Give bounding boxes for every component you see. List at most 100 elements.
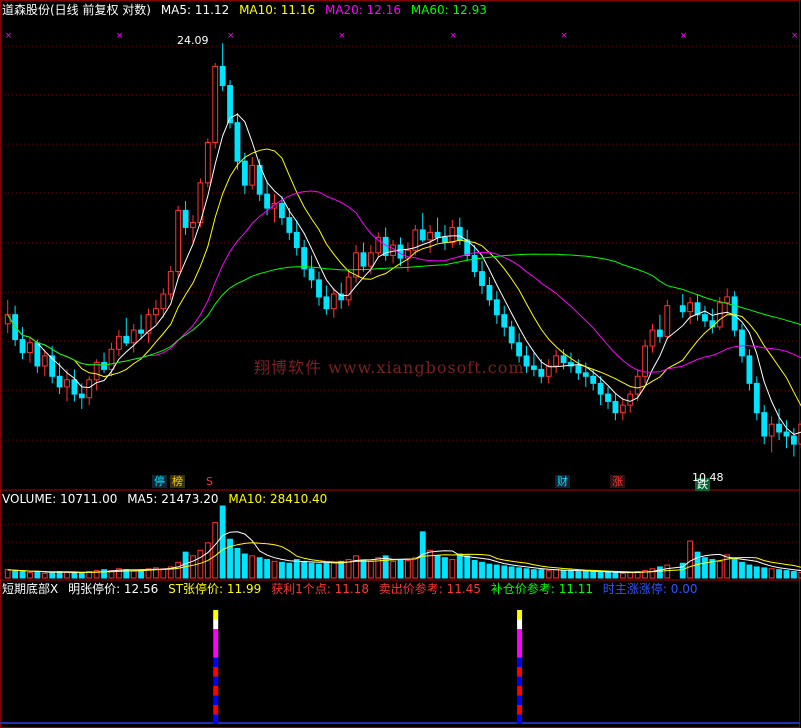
volume-bar xyxy=(493,564,500,579)
bottom-signal-bar xyxy=(517,610,523,620)
candle xyxy=(323,296,330,310)
candle xyxy=(301,247,308,270)
volume-bar xyxy=(619,572,626,579)
volume-bar xyxy=(256,557,263,579)
bottom-signal-bar xyxy=(517,686,523,696)
volume-bar xyxy=(78,571,85,579)
bottom-signal-bar xyxy=(213,638,219,648)
candle xyxy=(419,229,426,241)
volume-bar xyxy=(768,568,775,579)
candle xyxy=(279,202,285,219)
volume-bar xyxy=(271,560,278,579)
limit-marker: × xyxy=(5,31,13,41)
volume-bar xyxy=(442,557,448,579)
candle xyxy=(427,231,434,241)
volume-bar xyxy=(212,522,219,579)
volume-bar xyxy=(590,571,597,579)
bottom-signal-bar xyxy=(517,667,523,677)
bottom-signal-bar xyxy=(517,638,523,648)
candle xyxy=(434,231,441,238)
volume-bar xyxy=(323,562,330,579)
ma5-line xyxy=(7,113,801,435)
candle xyxy=(739,329,745,357)
volume-bar xyxy=(308,562,315,579)
volume-bar xyxy=(279,561,285,579)
volume-bar xyxy=(471,559,478,579)
candle xyxy=(449,226,456,243)
candle xyxy=(582,372,589,377)
candle xyxy=(204,141,211,184)
volume-bar xyxy=(449,559,456,579)
badge-s: S xyxy=(206,475,213,488)
volume-bar xyxy=(64,571,70,579)
candle xyxy=(182,209,189,228)
candle xyxy=(160,293,167,310)
volume-bar xyxy=(687,540,694,579)
candle xyxy=(345,276,352,301)
candle xyxy=(442,236,448,243)
volume-bar xyxy=(130,570,137,579)
high-price-label: 24.09 xyxy=(177,34,209,47)
volume-bar xyxy=(746,564,753,579)
volume-bar xyxy=(160,568,167,579)
volume-bar xyxy=(175,561,182,579)
candle xyxy=(553,355,560,367)
candle xyxy=(219,65,226,87)
candle xyxy=(612,400,619,414)
candle xyxy=(790,435,797,445)
volume-bar xyxy=(234,547,241,579)
candle xyxy=(783,431,790,437)
volume-bar xyxy=(605,571,611,579)
bottom-signal-bar xyxy=(517,629,523,639)
candle xyxy=(560,355,567,364)
candle xyxy=(619,404,626,414)
bottom-signal-bar xyxy=(517,648,523,658)
volume-bar xyxy=(753,566,760,579)
volume-bar xyxy=(656,566,663,579)
candle xyxy=(234,122,241,162)
candle xyxy=(768,423,775,437)
candle xyxy=(78,393,85,399)
candle xyxy=(264,193,271,209)
bottom-signal-bar xyxy=(213,695,219,705)
candle xyxy=(679,305,686,313)
volume-bar xyxy=(530,569,537,579)
candle xyxy=(545,365,552,377)
candle xyxy=(590,375,597,384)
candle xyxy=(605,393,611,402)
candle xyxy=(34,342,41,367)
volume-bar xyxy=(486,563,493,579)
candle xyxy=(138,329,145,334)
volume-bar xyxy=(390,560,396,579)
candle xyxy=(27,342,33,354)
volume-bar xyxy=(49,571,56,579)
volume-bar xyxy=(190,555,196,579)
volume-bar xyxy=(412,557,419,579)
volume-bar xyxy=(508,566,515,579)
bottom-signal-bar xyxy=(213,667,219,677)
bottom-signal-bar xyxy=(517,676,523,686)
candle xyxy=(153,308,159,316)
volume-bar xyxy=(316,563,322,579)
candle xyxy=(101,362,107,370)
candle xyxy=(286,217,293,233)
candle xyxy=(479,271,485,286)
candle xyxy=(108,348,115,370)
badge-zhang: 涨 xyxy=(610,475,625,488)
bottom-signal-bar xyxy=(213,676,219,686)
candle xyxy=(308,268,315,281)
candle xyxy=(746,355,753,384)
volume-bar xyxy=(649,568,656,579)
candle xyxy=(71,379,78,395)
candle xyxy=(634,375,641,395)
candle xyxy=(761,412,768,437)
candle xyxy=(316,279,322,298)
volume-bar xyxy=(27,571,33,579)
badge-bang: 榜 xyxy=(170,475,185,488)
volume-bar xyxy=(301,560,308,579)
limit-marker: × xyxy=(680,31,688,41)
candle xyxy=(731,296,738,331)
limit-marker: × xyxy=(116,31,124,41)
low-price-label: 10.48 xyxy=(692,471,724,484)
candle xyxy=(56,375,63,388)
